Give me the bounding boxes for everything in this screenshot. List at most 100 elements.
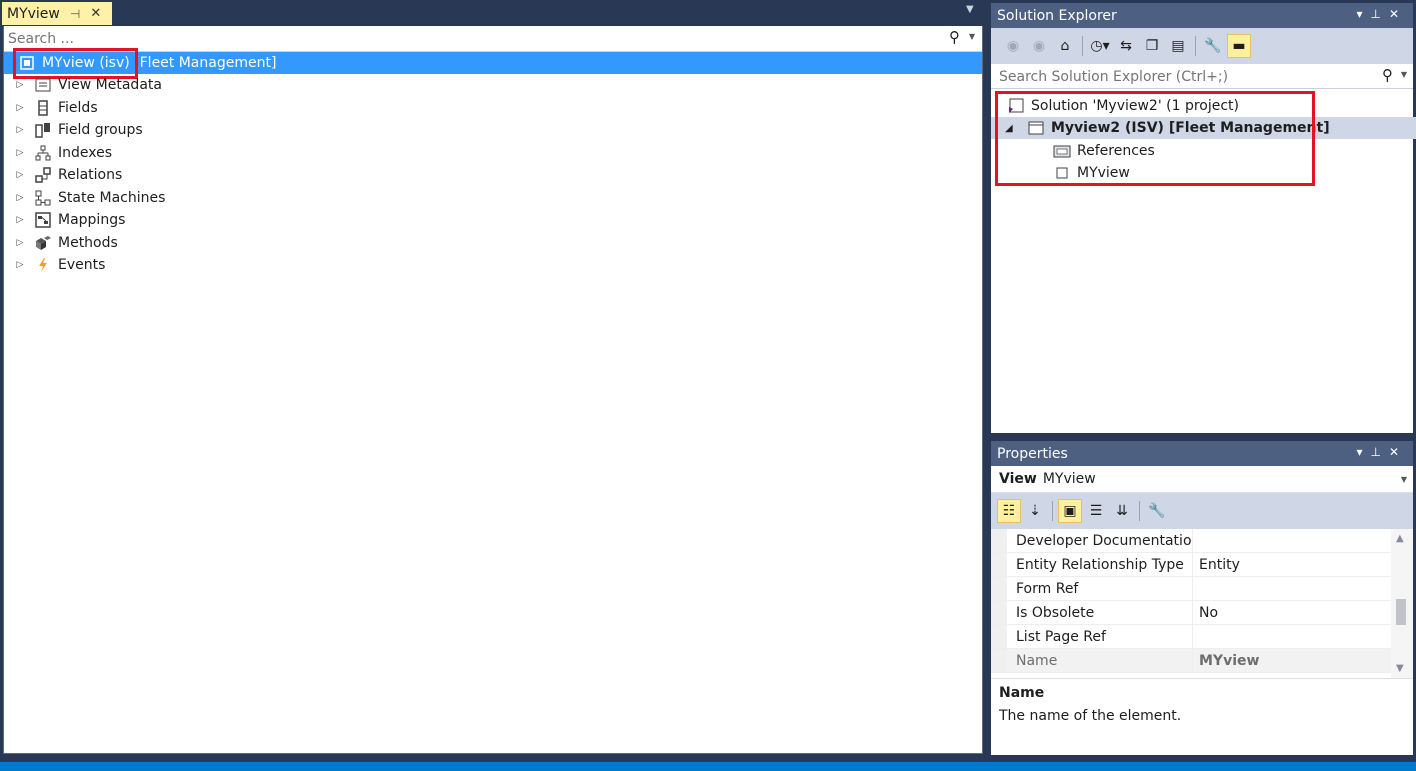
property-value[interactable] xyxy=(1193,529,1199,552)
chevron-down-icon[interactable]: ▼ xyxy=(966,4,974,15)
property-pages-icon[interactable]: 🔧 xyxy=(1145,499,1169,523)
chevron-down-icon[interactable]: ▼ xyxy=(1401,475,1407,484)
project-node[interactable]: ◢ Myview2 (ISV) [Fleet Management] xyxy=(991,117,1416,139)
sync-icon[interactable]: ⇆ xyxy=(1114,34,1138,58)
tree-node-fields[interactable]: ▷ Fields xyxy=(4,97,982,119)
close-icon[interactable]: ✕ xyxy=(1389,7,1407,21)
property-value[interactable] xyxy=(1193,577,1199,600)
designer-panel: ⚲ ▼ MYview (isv) [Fleet Management] ▷ Vi… xyxy=(3,26,983,754)
property-name: Entity Relationship Type xyxy=(1007,553,1193,576)
preview-icon[interactable]: ▬ xyxy=(1227,34,1251,58)
expand-icon[interactable]: ▷ xyxy=(8,238,32,248)
search-icon[interactable]: ⚲ xyxy=(949,28,960,46)
expand-icon[interactable]: ▷ xyxy=(8,215,32,225)
property-grid-scrollbar[interactable]: ▲ ▼ xyxy=(1391,529,1413,678)
tree-node-view-metadata[interactable]: ▷ View Metadata xyxy=(4,74,982,96)
expand-icon[interactable]: ▷ xyxy=(8,193,32,203)
properties-wrench-icon[interactable]: 🔧 xyxy=(1201,34,1225,58)
tree-node-root[interactable]: MYview (isv) [Fleet Management] xyxy=(4,52,982,74)
chevron-down-icon[interactable]: ▼ xyxy=(1401,70,1407,79)
property-row[interactable]: Form Ref xyxy=(991,577,1391,601)
events-list-icon[interactable]: ☰ xyxy=(1084,499,1108,523)
relations-icon xyxy=(32,167,54,183)
scroll-down-icon[interactable]: ▼ xyxy=(1396,663,1404,674)
row-gutter xyxy=(991,601,1007,624)
property-row[interactable]: Developer Documentation xyxy=(991,529,1391,553)
close-icon[interactable]: ✕ xyxy=(90,6,101,21)
tree-node-methods[interactable]: ▷ Methods xyxy=(4,232,982,254)
pin-icon[interactable]: ⊥ xyxy=(1370,7,1388,21)
designer-search-input[interactable] xyxy=(6,29,930,49)
tree-node-label: Field groups xyxy=(58,122,143,138)
pin-icon[interactable]: ⊣ xyxy=(70,7,80,21)
property-name: Is Obsolete xyxy=(1007,601,1193,624)
pending-changes-icon[interactable]: ◷▾ xyxy=(1088,34,1112,58)
pin-icon[interactable]: ⊥ xyxy=(1370,445,1388,459)
tree-node-field-groups[interactable]: ▷ Field groups xyxy=(4,119,982,141)
expand-icon[interactable]: ▷ xyxy=(8,260,32,270)
document-tab-strip xyxy=(0,0,986,26)
toolbar-separator xyxy=(1082,36,1083,56)
myview-label: MYview xyxy=(1077,165,1130,181)
tree-node-state-machines[interactable]: ▷ State Machines xyxy=(4,187,982,209)
scroll-thumb[interactable] xyxy=(1396,599,1406,625)
scroll-up-icon[interactable]: ▲ xyxy=(1396,533,1404,544)
forward-icon[interactable]: ◉ xyxy=(1027,34,1051,58)
back-icon[interactable]: ◉ xyxy=(1001,34,1025,58)
properties-icon[interactable]: ▣ xyxy=(1058,499,1082,523)
tab-myview[interactable]: MYview ⊣ ✕ xyxy=(2,2,112,25)
expand-icon[interactable]: ▷ xyxy=(8,80,32,90)
panel-title: Properties xyxy=(997,445,1068,462)
indexes-icon xyxy=(32,145,54,161)
property-row-selected[interactable]: Name MYview xyxy=(991,649,1391,673)
myview-node[interactable]: MYview xyxy=(991,162,1416,184)
tree-node-relations[interactable]: ▷ Relations xyxy=(4,164,982,186)
tree-node-indexes[interactable]: ▷ Indexes xyxy=(4,142,982,164)
tree-node-events[interactable]: ▷ Events xyxy=(4,254,982,276)
close-icon[interactable]: ✕ xyxy=(1389,445,1407,459)
property-value[interactable] xyxy=(1193,625,1199,648)
tree-node-label: MYview (isv) [Fleet Management] xyxy=(42,55,277,71)
references-node[interactable]: References xyxy=(991,140,1416,162)
fields-icon xyxy=(32,100,54,116)
chevron-down-icon[interactable]: ▼ xyxy=(969,32,975,41)
object-selector[interactable]: View MYview ▼ xyxy=(991,466,1413,493)
references-label: References xyxy=(1077,143,1155,159)
expand-icon[interactable]: ▷ xyxy=(8,170,32,180)
show-all-files-icon[interactable]: ▤ xyxy=(1166,34,1190,58)
project-label: Myview2 (ISV) [Fleet Management] xyxy=(1051,120,1330,136)
property-value[interactable]: Entity xyxy=(1193,553,1240,576)
collapse-icon[interactable]: ◢ xyxy=(1005,123,1017,134)
home-icon[interactable]: ⌂ xyxy=(1053,34,1077,58)
solution-explorer-search-bar: ⚲ ▼ xyxy=(991,64,1413,89)
search-icon[interactable]: ⚲ xyxy=(1382,66,1393,84)
property-value[interactable]: MYview xyxy=(1193,649,1259,672)
object-name: MYview xyxy=(1042,471,1096,487)
expand-icon[interactable]: ▷ xyxy=(8,148,32,158)
property-row[interactable]: Is Obsolete No xyxy=(991,601,1391,625)
solution-node[interactable]: Solution 'Myview2' (1 project) xyxy=(991,95,1416,117)
chevron-down-icon[interactable]: ▾ xyxy=(1356,7,1370,21)
expand-icon[interactable]: ▷ xyxy=(8,125,32,135)
sort-icon[interactable]: ⇊ xyxy=(1110,499,1134,523)
property-description: Name The name of the element. xyxy=(991,678,1413,755)
property-row[interactable]: Entity Relationship Type Entity xyxy=(991,553,1391,577)
solution-explorer-search-input[interactable] xyxy=(997,67,1361,87)
property-grid: Developer Documentation Entity Relations… xyxy=(991,529,1391,678)
collapse-all-icon[interactable]: ❐ xyxy=(1140,34,1164,58)
property-row[interactable]: List Page Ref xyxy=(991,625,1391,649)
properties-toolbar: ☷ ⇣ ▣ ☰ ⇊ 🔧 xyxy=(991,493,1413,529)
expand-icon[interactable]: ▷ xyxy=(8,103,32,113)
tree-node-mappings[interactable]: ▷ Mappings xyxy=(4,209,982,231)
row-gutter xyxy=(991,649,1007,672)
property-value[interactable]: No xyxy=(1193,601,1218,624)
field-groups-icon xyxy=(32,122,54,138)
description-title: Name xyxy=(999,685,1045,701)
row-gutter xyxy=(991,625,1007,648)
row-gutter xyxy=(991,577,1007,600)
panel-title: Solution Explorer xyxy=(997,7,1117,24)
chevron-down-icon[interactable]: ▾ xyxy=(1356,445,1370,459)
alphabetical-icon[interactable]: ⇣ xyxy=(1023,499,1047,523)
categorized-icon[interactable]: ☷ xyxy=(997,499,1021,523)
properties-panel: Properties ▾⊥✕ View MYview ▼ ☷ ⇣ ▣ ☰ ⇊ 🔧… xyxy=(991,441,1413,755)
